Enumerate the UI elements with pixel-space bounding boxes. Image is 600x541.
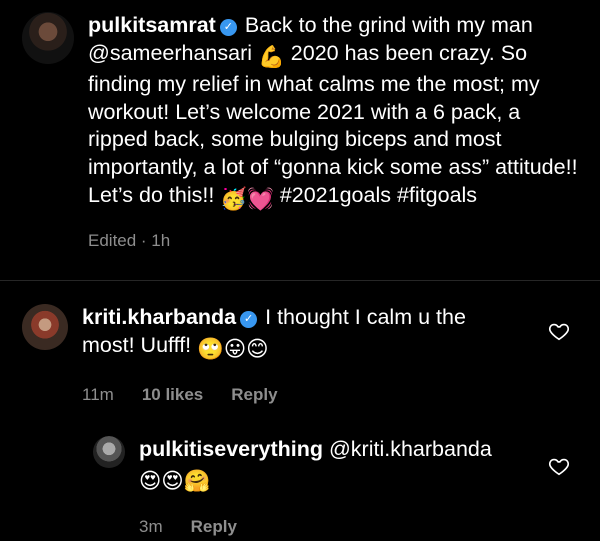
caption-hashtags[interactable]: #2021goals #fitgoals	[280, 183, 477, 207]
heart-outline-icon[interactable]	[548, 320, 570, 342]
comment-username[interactable]: pulkitiseverything	[139, 437, 323, 461]
comment-emojis: 😍😍🤗	[139, 468, 211, 493]
comment-emojis: 🙄😛😊	[197, 336, 269, 361]
post-caption: pulkitsamrat ✓ Back to the grind with my …	[22, 12, 592, 255]
flexed-biceps-emoji: 💪	[258, 44, 285, 69]
avatar[interactable]	[93, 436, 125, 468]
reply-button[interactable]: Reply	[191, 513, 237, 541]
comment-body: pulkitiseverything @kriti.kharbanda 😍😍🤗 …	[139, 436, 539, 541]
comment: kriti.kharbanda ✓ I thought I calm u the …	[22, 304, 582, 409]
comment-likes[interactable]: 10 likes	[142, 381, 203, 409]
comment-time: 3m	[139, 517, 163, 537]
divider	[0, 280, 600, 281]
caption-line1: Back to the grind with my man	[244, 13, 533, 37]
reply-button[interactable]: Reply	[231, 381, 277, 409]
comment-time: 11m	[82, 385, 114, 405]
comment-actions: 3m Reply	[139, 513, 539, 541]
comment-actions: 11m 10 likes Reply	[82, 381, 522, 409]
caption-mention[interactable]: @sameerhansari	[88, 41, 252, 65]
reply-comment: pulkitiseverything @kriti.kharbanda 😍😍🤗 …	[93, 436, 583, 541]
heart-outline-icon[interactable]	[548, 455, 570, 477]
caption-emojis: 🥳💓	[220, 186, 274, 211]
avatar[interactable]	[22, 304, 68, 350]
verified-badge-icon: ✓	[240, 311, 258, 328]
caption-username[interactable]: pulkitsamrat	[88, 13, 216, 37]
comment-username[interactable]: kriti.kharbanda	[82, 305, 236, 329]
verified-badge-icon: ✓	[219, 19, 237, 36]
comment-body: kriti.kharbanda ✓ I thought I calm u the …	[82, 304, 522, 409]
caption-meta: Edited · 1h	[88, 231, 171, 251]
comment-text[interactable]: @kriti.kharbanda	[329, 437, 492, 461]
avatar[interactable]	[22, 12, 74, 64]
caption-text: pulkitsamrat ✓ Back to the grind with my …	[88, 12, 578, 255]
